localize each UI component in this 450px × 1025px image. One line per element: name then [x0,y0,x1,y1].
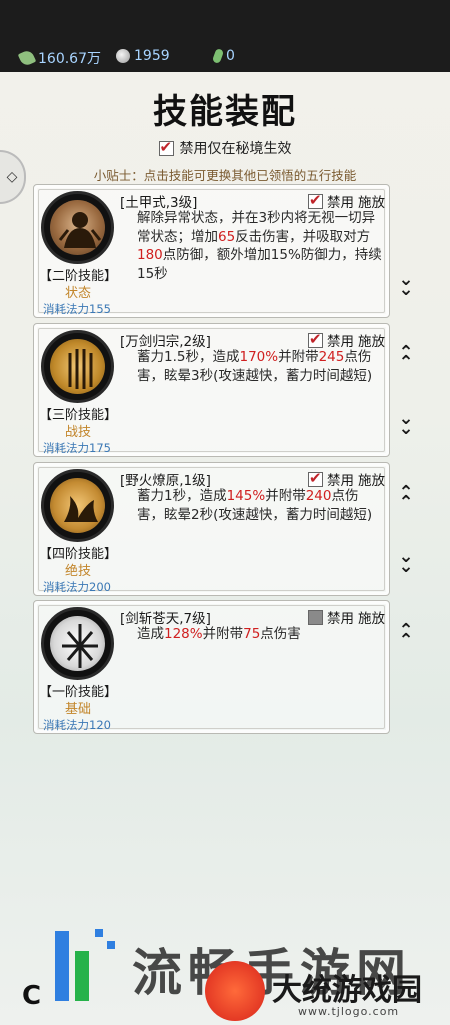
cast-label: 施放 [358,334,385,350]
move-up-button[interactable]: ⌃ ⌃ [396,484,416,512]
move-up-button[interactable]: ⌃ ⌃ [396,344,416,372]
filter-checkbox[interactable] [158,138,174,156]
skill-kind: 绝技 [64,564,91,579]
watermark: C 流畅手游网 大统游戏园 www.tjlogo.com [0,905,450,1025]
skill-icon-wildfire[interactable] [41,469,114,542]
ban-cast-toggle[interactable]: 禁用 施放 [308,469,385,489]
skill-card[interactable]: 【一阶技能】 基础 消耗法力120 [剑斩苍天,7级] 禁用 施放 造成128%… [33,600,390,734]
skill-cost: 消耗法力120 [43,718,111,732]
top-status-bar: 160.67万 1959 0 [0,0,450,72]
watermark-site-name: 大统游戏园 [272,973,422,1008]
skill-cost: 消耗法力155 [43,302,111,316]
skill-description: 蓄力1.5秒，造成170%并附带245点伤害，眩晕3秒(攻速越快，蓄力时间越短) [137,349,373,384]
ban-label: 禁用 [327,195,354,211]
watermark-url: www.tjlogo.com [298,1005,400,1018]
skill-card[interactable]: 【四阶技能】 绝技 消耗法力200 [野火燎原,1级] 禁用 施放 蓄力1秒，造… [33,462,390,596]
cast-label: 施放 [358,195,385,211]
leaf-icon [17,48,37,68]
skill-name: [野火燎原,1级] [120,473,211,489]
skill-card[interactable]: 【二阶技能】 状态 消耗法力155 [土甲式,3级] 禁用 施放 解除异常状态，… [33,184,390,318]
move-up-button[interactable]: ⌃ ⌃ [396,622,416,650]
ban-cast-toggle[interactable]: 禁用 施放 [308,607,385,627]
skill-description: 解除异常状态，并在3秒内将无视一切异常状态；增加65反击伤害，并吸取对方180点… [137,210,382,282]
watermark-corner: C [22,981,42,1011]
ban-cast-toggle[interactable]: 禁用 施放 [308,330,385,350]
ban-checkbox[interactable] [308,191,323,209]
ban-label: 禁用 [327,473,354,489]
tip-text: 小贴士：点击技能可更换其他已领悟的五行技能 [93,168,357,183]
skill-cost: 消耗法力175 [43,441,111,455]
move-down-button[interactable]: ⌄ ⌄ [396,410,416,438]
move-down-button[interactable]: ⌄ ⌄ [396,548,416,576]
skill-cost: 消耗法力200 [43,580,111,594]
watermark-logo-icon [55,929,115,1001]
skill-card[interactable]: 【三阶技能】 战技 消耗法力175 [万剑归宗,2级] 禁用 施放 蓄力1.5秒… [33,323,390,457]
move-down-button[interactable]: ⌄ ⌄ [396,271,416,299]
currency-silver: 1959 [116,48,170,64]
skill-description: 造成128%并附带75点伤害 [137,626,301,642]
skill-description: 蓄力1秒，造成145%并附带240点伤害，眩晕2秒(攻速越快，蓄力时间越短) [137,488,373,523]
cast-label: 施放 [358,473,385,489]
skill-icon-earth-armor[interactable] [41,191,114,264]
currency-leaf-value: 160.67万 [38,51,101,67]
skill-kind: 战技 [64,425,91,440]
ban-label: 禁用 [327,334,354,350]
currency-leaf: 160.67万 [17,48,101,68]
silver-coin-icon [116,49,130,63]
filter-label: 禁用仅在秘境生效 [179,141,292,157]
page-title: 技能装配 [153,92,297,132]
ban-label: 禁用 [327,611,354,627]
currency-jade-value: 0 [226,48,235,64]
secret-realm-filter[interactable]: 禁用仅在秘境生效 [0,138,450,158]
currency-jade: 0 [211,48,235,64]
jade-icon [211,48,225,64]
skill-icon-sword-return[interactable] [41,330,114,403]
watermark-badge-icon [205,961,265,1021]
skill-kind: 基础 [64,702,91,717]
skill-name: [土甲式,3级] [120,195,198,211]
ban-checkbox[interactable] [308,330,323,348]
skill-kind: 状态 [64,286,91,301]
currency-silver-value: 1959 [134,48,170,64]
skill-name: [万剑归宗,2级] [120,334,211,350]
cast-label: 施放 [358,611,385,627]
ban-cast-toggle[interactable]: 禁用 施放 [308,191,385,211]
ban-checkbox[interactable] [308,609,323,625]
ban-checkbox[interactable] [308,469,323,487]
skill-icon-sky-slash[interactable] [41,607,114,680]
skill-name: [剑斩苍天,7级] [120,611,211,627]
